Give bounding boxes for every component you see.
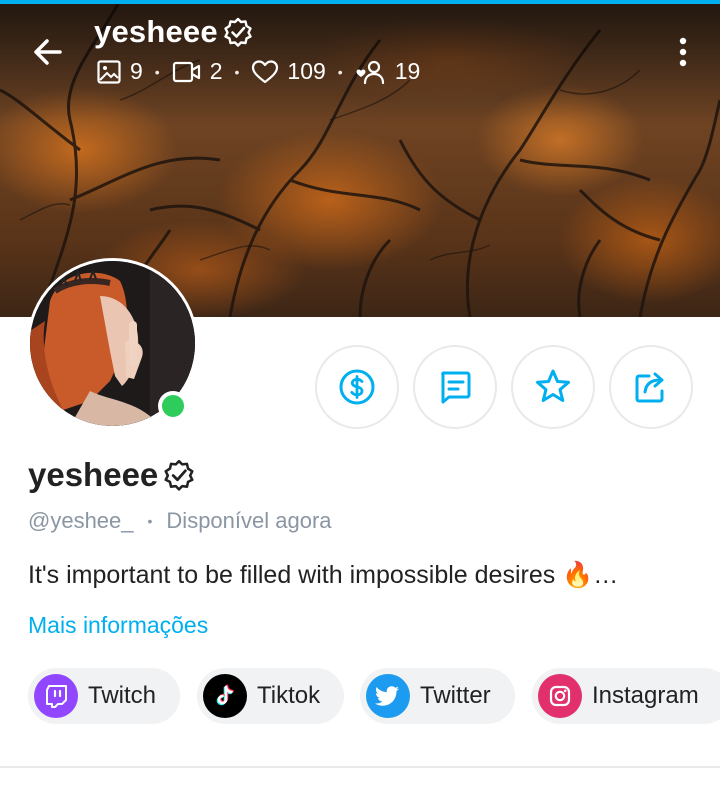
availability-status: Disponível agora bbox=[166, 508, 332, 533]
stat-photos: 9 bbox=[96, 58, 143, 85]
dollar-icon bbox=[339, 369, 375, 405]
header-username: yesheee bbox=[94, 14, 218, 49]
stat-separator: • bbox=[154, 63, 160, 80]
instagram-icon bbox=[538, 674, 582, 718]
section-divider bbox=[0, 766, 720, 768]
message-icon bbox=[441, 371, 471, 404]
stat-fans-count: 19 bbox=[394, 58, 421, 84]
online-status-indicator bbox=[158, 391, 188, 421]
social-label: Instagram bbox=[592, 682, 699, 709]
favorite-button[interactable] bbox=[511, 345, 595, 429]
verified-badge-icon bbox=[224, 17, 252, 47]
message-button[interactable] bbox=[413, 345, 497, 429]
profile-bio: It's important to be filled with impossi… bbox=[28, 561, 619, 589]
social-link-twitter[interactable]: Twitter bbox=[360, 668, 515, 724]
profile-display-name: yesheee bbox=[28, 456, 159, 493]
tiktok-icon bbox=[203, 674, 247, 718]
social-link-twitch[interactable]: Twitch bbox=[28, 668, 181, 724]
twitch-icon bbox=[34, 674, 78, 718]
profile-subline: @yeshee_ • Disponível agora bbox=[28, 508, 332, 534]
profile-name: yesheee bbox=[28, 456, 196, 494]
social-label: Twitter bbox=[420, 682, 491, 709]
tip-button[interactable] bbox=[315, 345, 399, 429]
social-label: Tiktok bbox=[257, 682, 321, 709]
share-button[interactable] bbox=[609, 345, 693, 429]
top-accent-bar bbox=[0, 0, 720, 4]
star-icon bbox=[536, 369, 570, 402]
stat-fans: 19 bbox=[355, 58, 421, 85]
stat-separator: • bbox=[337, 63, 343, 80]
arrow-left-icon bbox=[34, 39, 62, 65]
social-label: Twitch bbox=[88, 682, 157, 709]
twitter-icon bbox=[366, 674, 410, 718]
back-button[interactable] bbox=[28, 32, 68, 72]
header-stats: 9 • 2 • 109 • 19 bbox=[96, 58, 420, 85]
verified-badge-icon bbox=[164, 459, 194, 491]
stat-likes: 109 bbox=[251, 58, 326, 85]
video-icon bbox=[172, 61, 200, 82]
social-link-instagram[interactable]: Instagram bbox=[532, 668, 720, 724]
stat-videos-count: 2 bbox=[209, 58, 223, 84]
more-options-button[interactable] bbox=[668, 32, 698, 72]
stat-photos-count: 9 bbox=[130, 58, 143, 84]
more-info-link[interactable]: Mais informações bbox=[28, 612, 208, 639]
stat-videos: 2 bbox=[172, 58, 223, 85]
kebab-menu-icon bbox=[679, 37, 687, 67]
heart-icon bbox=[252, 59, 279, 83]
stat-separator: • bbox=[234, 63, 240, 80]
fans-icon bbox=[356, 60, 384, 84]
header-title: yesheee bbox=[94, 14, 254, 50]
stat-likes-count: 109 bbox=[287, 58, 326, 84]
image-icon bbox=[97, 59, 121, 84]
social-link-tiktok[interactable]: Tiktok bbox=[197, 668, 345, 724]
profile-handle: @yeshee_ bbox=[28, 508, 134, 533]
subline-separator: • bbox=[147, 513, 153, 529]
share-icon bbox=[635, 372, 664, 403]
